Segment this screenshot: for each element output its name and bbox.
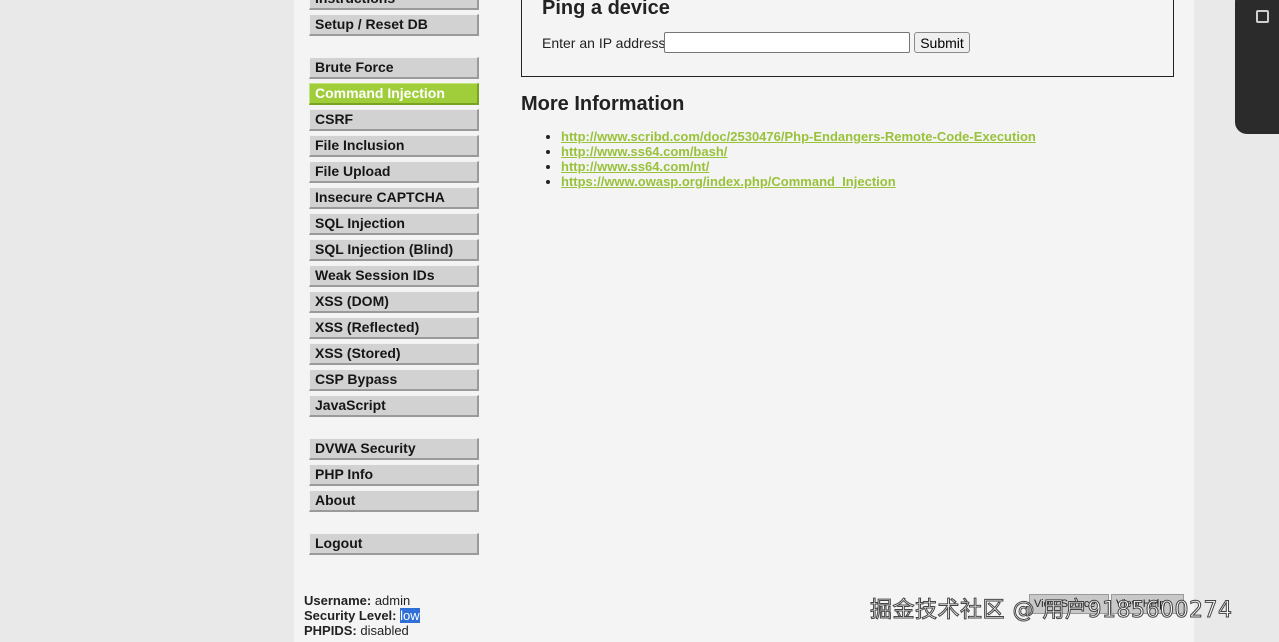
more-information-title: More Information (521, 93, 685, 115)
menu-item-sql-injection-blind[interactable]: SQL Injection (Blind) (309, 239, 479, 261)
link-scribd[interactable]: http://www.scribd.com/doc/2530476/Php-En… (561, 129, 1036, 144)
menu-item-sql-injection[interactable]: SQL Injection (309, 213, 479, 235)
username-row: Username: admin (304, 593, 420, 608)
link-ss64-nt[interactable]: http://www.ss64.com/nt/ (561, 159, 709, 174)
list-item: http://www.ss64.com/bash/ (561, 144, 1036, 159)
phpids-label: PHPIDS: (304, 623, 357, 638)
more-information-list: http://www.scribd.com/doc/2530476/Php-En… (561, 129, 1036, 189)
list-item: http://www.scribd.com/doc/2530476/Php-En… (561, 129, 1036, 144)
username-label: Username: (304, 593, 372, 608)
phpids-row: PHPIDS: disabled (304, 623, 420, 638)
menu-item-file-upload[interactable]: File Upload (309, 161, 479, 183)
link-ss64-bash[interactable]: http://www.ss64.com/bash/ (561, 144, 727, 159)
ping-form-box: Ping a device Enter an IP address: Submi… (521, 0, 1174, 77)
list-item: https://www.owasp.org/index.php/Command_… (561, 174, 1036, 189)
link-owasp[interactable]: https://www.owasp.org/index.php/Command_… (561, 174, 896, 189)
list-item: http://www.ss64.com/nt/ (561, 159, 1036, 174)
menu-item-logout[interactable]: Logout (309, 533, 479, 555)
menu-item-dvwa-security[interactable]: DVWA Security (309, 438, 479, 460)
phpids-value: disabled (360, 623, 409, 638)
menu-item-brute-force[interactable]: Brute Force (309, 57, 479, 79)
security-level-row: Security Level: low (304, 608, 420, 623)
user-info: Username: admin Security Level: low PHPI… (304, 593, 420, 638)
menu-item-csp-bypass[interactable]: CSP Bypass (309, 369, 479, 391)
watermark: 掘金技术社区 @ 用户9185600274 (869, 598, 1233, 624)
menu-item-file-inclusion[interactable]: File Inclusion (309, 135, 479, 157)
menu-item-insecure-captcha[interactable]: Insecure CAPTCHA (309, 187, 479, 209)
submit-button[interactable]: Submit (914, 32, 970, 53)
menu-item-php-info[interactable]: PHP Info (309, 464, 479, 486)
ip-address-input[interactable] (664, 32, 910, 53)
username-value: admin (374, 593, 411, 608)
menu-item-xss-stored[interactable]: XSS (Stored) (309, 343, 479, 365)
menu-item-javascript[interactable]: JavaScript (309, 395, 479, 417)
side-panel (1235, 0, 1279, 134)
menu-item-command-injection[interactable]: Command Injection (309, 83, 479, 105)
menu-item-xss-reflected[interactable]: XSS (Reflected) (309, 317, 479, 339)
security-level-value: low (400, 608, 420, 623)
ping-title: Ping a device (542, 0, 670, 19)
menu-item-csrf[interactable]: CSRF (309, 109, 479, 131)
menu-item-weak-session-ids[interactable]: Weak Session IDs (309, 265, 479, 287)
square-icon[interactable] (1256, 10, 1269, 23)
ip-label: Enter an IP address: (542, 35, 670, 51)
security-level-label: Security Level: (304, 608, 397, 623)
menu-item-setup[interactable]: Setup / Reset DB (309, 14, 479, 36)
menu-item-about[interactable]: About (309, 490, 479, 512)
menu-item-instructions[interactable]: Instructions (309, 0, 479, 10)
menu-item-xss-dom[interactable]: XSS (DOM) (309, 291, 479, 313)
